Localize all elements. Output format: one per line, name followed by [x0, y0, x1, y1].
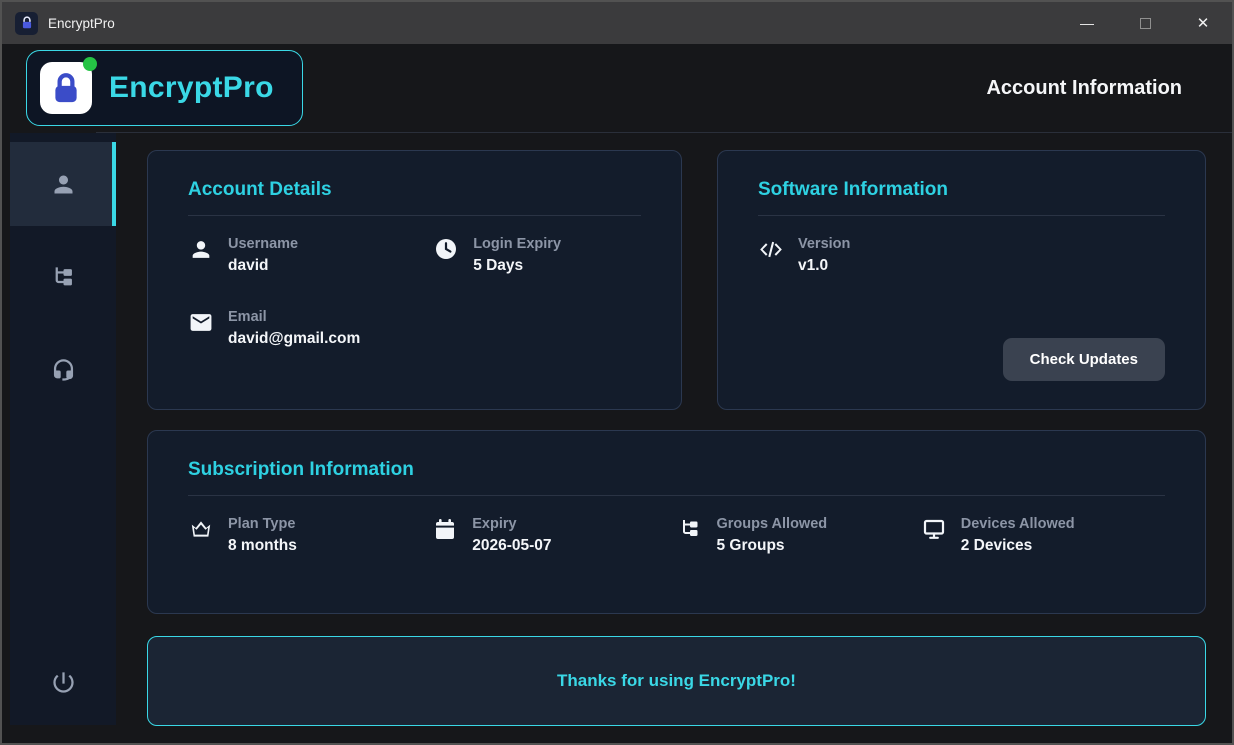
- window-controls: — ✕: [1058, 2, 1232, 44]
- app-window: EncryptPro — ✕ EncryptPro Account Inform…: [0, 0, 1234, 745]
- groups-allowed-field: Groups Allowed 5 Groups: [677, 516, 921, 555]
- app-icon: [15, 12, 38, 35]
- lock-icon: [20, 16, 34, 30]
- online-status-dot: [83, 57, 97, 71]
- version-label: Version: [798, 236, 850, 252]
- devices-allowed-field: Devices Allowed 2 Devices: [921, 516, 1165, 555]
- groups-allowed-value: 5 Groups: [717, 537, 828, 555]
- version-field: Version v1.0: [758, 236, 1165, 275]
- plan-type-field: Plan Type 8 months: [188, 516, 432, 555]
- divider: [188, 215, 641, 216]
- user-icon: [50, 171, 77, 198]
- user-icon: [188, 236, 214, 262]
- headset-support-icon: [50, 357, 77, 384]
- maximize-icon: [1140, 18, 1151, 29]
- account-details-title: Account Details: [188, 179, 641, 201]
- plan-type-label: Plan Type: [228, 516, 297, 532]
- email-value: david@gmail.com: [228, 330, 360, 348]
- mail-icon: [188, 309, 214, 335]
- username-label: Username: [228, 236, 298, 252]
- login-expiry-field: Login Expiry 5 Days: [433, 236, 641, 275]
- software-info-card: Software Information Version v1.0: [717, 150, 1206, 410]
- brand-name: EncryptPro: [109, 71, 274, 105]
- monitor-icon: [921, 516, 947, 541]
- lock-icon: [49, 71, 83, 105]
- expiry-field: Expiry 2026-05-07: [432, 516, 676, 555]
- maximize-button[interactable]: [1116, 2, 1174, 44]
- page-title: Account Information: [986, 77, 1182, 100]
- devices-allowed-label: Devices Allowed: [961, 516, 1075, 532]
- software-info-title: Software Information: [758, 179, 1165, 201]
- sidebar-item-account[interactable]: [10, 142, 116, 226]
- login-expiry-label: Login Expiry: [473, 236, 561, 252]
- code-icon: [758, 236, 784, 262]
- subscription-info-card: Subscription Information Plan Type 8 mon…: [147, 430, 1206, 614]
- logo-lock-badge: [40, 62, 92, 114]
- sidebar-item-logout[interactable]: [10, 647, 116, 717]
- subscription-info-title: Subscription Information: [188, 459, 1165, 481]
- window-title: EncryptPro: [48, 16, 115, 31]
- clock-icon: [433, 236, 459, 261]
- groups-tree-icon: [50, 264, 77, 291]
- plan-type-value: 8 months: [228, 537, 297, 555]
- groups-tree-icon: [677, 516, 703, 541]
- groups-allowed-label: Groups Allowed: [717, 516, 828, 532]
- minimize-button[interactable]: —: [1058, 2, 1116, 44]
- email-field: Email david@gmail.com: [188, 309, 433, 348]
- login-expiry-value: 5 Days: [473, 257, 561, 275]
- power-icon: [50, 669, 77, 696]
- divider: [758, 215, 1165, 216]
- email-label: Email: [228, 309, 360, 325]
- username-field: Username david: [188, 236, 433, 275]
- account-details-card: Account Details Username david: [147, 150, 682, 410]
- main-content: Account Details Username david: [116, 133, 1232, 743]
- thanks-banner: Thanks for using EncryptPro!: [147, 636, 1206, 726]
- username-value: david: [228, 257, 298, 275]
- sidebar-item-groups[interactable]: [10, 235, 116, 319]
- expiry-label: Expiry: [472, 516, 551, 532]
- sidebar: [10, 133, 116, 725]
- sidebar-item-support[interactable]: [10, 328, 116, 412]
- version-value: v1.0: [798, 257, 850, 275]
- devices-allowed-value: 2 Devices: [961, 537, 1075, 555]
- divider: [188, 495, 1165, 496]
- expiry-value: 2026-05-07: [472, 537, 551, 555]
- check-updates-button[interactable]: Check Updates: [1003, 338, 1165, 381]
- titlebar: EncryptPro — ✕: [2, 2, 1232, 44]
- calendar-icon: [432, 516, 458, 541]
- crown-icon: [188, 516, 214, 541]
- brand-logo: EncryptPro: [26, 50, 303, 126]
- thanks-message: Thanks for using EncryptPro!: [557, 671, 796, 691]
- close-button[interactable]: ✕: [1174, 2, 1232, 44]
- header: EncryptPro Account Information: [2, 44, 1232, 132]
